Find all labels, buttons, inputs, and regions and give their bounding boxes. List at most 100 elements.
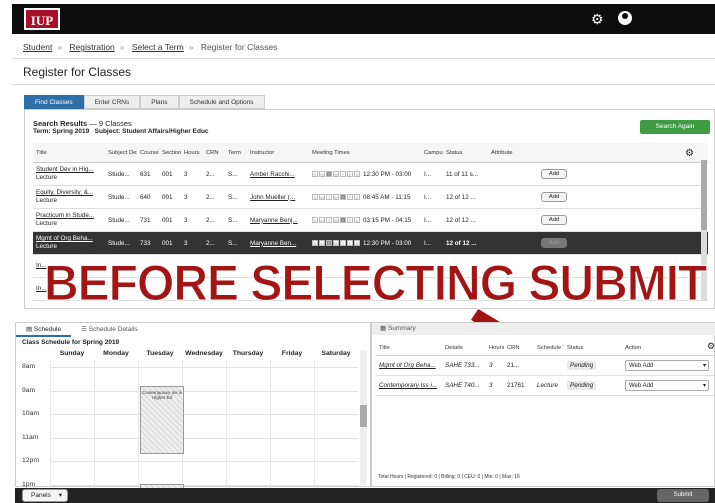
instructor-link[interactable]: Maryanne Benj... bbox=[247, 217, 309, 224]
breadcrumb-student[interactable]: Student bbox=[23, 42, 52, 52]
summary-row: Contemporary Iss i... SAHE 740... 3 21761 Le… bbox=[376, 376, 714, 396]
tab-schedule-options[interactable]: Schedule and Options bbox=[178, 95, 265, 109]
breadcrumb-registration[interactable]: Registration bbox=[69, 42, 114, 52]
action-select[interactable]: Web Add bbox=[625, 380, 709, 391]
summary-column-header: Title bbox=[379, 345, 390, 351]
calendar-day-wednesday: Wednesday bbox=[185, 350, 223, 357]
column-header[interactable]: Attribute bbox=[488, 143, 578, 162]
column-header[interactable]: Instructor bbox=[247, 143, 309, 162]
course-cell: 733 bbox=[140, 239, 151, 247]
breadcrumb-separator: » bbox=[119, 42, 125, 52]
action-select[interactable]: Web Add bbox=[625, 360, 709, 371]
summary-hours-cell: 3 bbox=[489, 362, 493, 369]
day-divider bbox=[314, 360, 315, 488]
calendar-corner bbox=[22, 350, 50, 360]
class-type: Lecture bbox=[36, 197, 58, 204]
column-header[interactable]: Status bbox=[443, 143, 488, 162]
column-header[interactable]: Hours bbox=[181, 143, 203, 162]
list-icon: ☰ bbox=[81, 326, 87, 333]
summary-class-link[interactable]: Mgmt of Org Beha... bbox=[379, 362, 436, 369]
meeting-time: 08:45 AM - 11:15 bbox=[363, 193, 411, 201]
status-cell: 12 of 12 ... bbox=[446, 239, 477, 247]
summary-schedule-cell: Lecture bbox=[537, 382, 559, 389]
search-results-heading: Search Results — 9 Classes bbox=[33, 119, 132, 128]
class-type: Lecture bbox=[36, 220, 58, 227]
status-cell: 12 of 12 ... bbox=[446, 193, 476, 201]
bottom-bar bbox=[15, 488, 715, 503]
column-header[interactable]: Term bbox=[225, 143, 247, 162]
column-header[interactable]: Title bbox=[33, 143, 105, 162]
column-header[interactable]: Course bbox=[137, 143, 159, 162]
instructor-link[interactable]: Maryanne Ben... bbox=[247, 240, 309, 247]
gear-icon[interactable]: ⚙ bbox=[685, 148, 694, 159]
tab-plans[interactable]: Plans bbox=[140, 95, 179, 109]
summary-crn-cell: 21... bbox=[507, 362, 520, 369]
day-indicator: S bbox=[312, 239, 318, 246]
instructor-link[interactable]: Amber Racchi... bbox=[247, 171, 309, 178]
column-header[interactable]: Section bbox=[159, 143, 181, 162]
search-again-button[interactable]: Search Again bbox=[640, 120, 710, 134]
schedule-title: Class Schedule for Spring 2019 bbox=[22, 339, 120, 346]
calendar-day-friday: Friday bbox=[281, 350, 303, 357]
meeting-days: SMTWTFS bbox=[312, 193, 360, 200]
table-row[interactable]: Equity, Diversity, &... Lecture Stude... 64… bbox=[33, 186, 708, 209]
column-header[interactable]: Meeting Times bbox=[309, 143, 421, 162]
column-header[interactable]: Campus bbox=[421, 143, 443, 162]
hour-line bbox=[50, 390, 358, 392]
add-button[interactable]: Add bbox=[541, 169, 567, 179]
course-cell: 731 bbox=[140, 216, 151, 224]
section-cell: 001 bbox=[162, 239, 173, 247]
subject-cell: Stude... bbox=[108, 193, 130, 201]
class-title-link[interactable]: Practicum in Stude... bbox=[36, 212, 105, 220]
schedule-scrollbar[interactable] bbox=[360, 350, 367, 485]
day-divider bbox=[270, 360, 271, 488]
column-header[interactable]: CRN bbox=[203, 143, 225, 162]
gear-icon[interactable]: ⚙ bbox=[591, 11, 604, 28]
course-cell: 631 bbox=[140, 170, 151, 178]
summary-class-link[interactable]: Contemporary Iss i... bbox=[379, 382, 437, 389]
day-indicator: W bbox=[333, 170, 339, 177]
table-row[interactable]: Student Dev in Hig... Lecture Stude... 631 0… bbox=[33, 163, 708, 186]
class-title-link[interactable]: Student Dev in Hig... bbox=[36, 166, 105, 174]
summary-details-cell: SAHE 740... bbox=[445, 382, 480, 389]
breadcrumb-select-term[interactable]: Select a Term bbox=[132, 42, 184, 52]
day-indicator: T bbox=[326, 239, 332, 246]
summary-title-cell: Mgmt of Org Beha... bbox=[376, 362, 442, 369]
class-title-link[interactable]: Equity, Diversity, &... bbox=[36, 189, 105, 197]
day-indicator: S bbox=[354, 193, 360, 200]
column-header[interactable]: Subject Description bbox=[105, 143, 137, 162]
summary-columns: Title Details HoursCRN Schedule TypeStatus A… bbox=[376, 340, 714, 356]
calendar-day-sunday: Sunday bbox=[59, 350, 85, 357]
divider bbox=[12, 58, 715, 59]
class-title-cell: Practicum in Stude... Lecture bbox=[33, 212, 105, 228]
day-indicator: T bbox=[326, 170, 332, 177]
summary-row: Mgmt of Org Beha... SAHE 733... 3 21... Pend… bbox=[376, 356, 714, 376]
search-term-subject: Term: Spring 2019 Subject: Student Affai… bbox=[33, 128, 209, 135]
instructor-link[interactable]: John Mueller (... bbox=[247, 194, 309, 201]
submit-button[interactable]: Submit bbox=[657, 489, 709, 502]
calendar-day-monday: Monday bbox=[103, 350, 129, 357]
schedule-class-block[interactable]: Contemporary Iss in Higher Ed bbox=[140, 386, 184, 454]
add-button[interactable]: Add bbox=[541, 192, 567, 202]
table-row[interactable]: Practicum in Stude... Lecture Stude... 731 0… bbox=[33, 209, 708, 232]
day-indicator: S bbox=[354, 216, 360, 223]
annotation-banner: BEFORE SELECTING SUBMIT bbox=[44, 255, 708, 312]
table-row[interactable]: Mgmt of Org Beha... Lecture Stude... 733 001… bbox=[33, 232, 708, 255]
tab-find-classes[interactable]: Find Classes bbox=[24, 95, 84, 109]
schedule-tabs: ▤ Schedule ☰ Schedule Details bbox=[16, 323, 148, 337]
summary-crn-cell: 21761 bbox=[507, 382, 525, 389]
term-cell: S... bbox=[228, 216, 238, 224]
day-indicator: S bbox=[354, 239, 360, 246]
iup-logo[interactable]: IUP bbox=[24, 8, 60, 30]
hour-label: 10am bbox=[22, 410, 40, 417]
user-icon[interactable] bbox=[618, 11, 632, 25]
tab-schedule[interactable]: ▤ Schedule bbox=[16, 323, 72, 337]
meeting-times-cell: S M T W T F S 12:30 PM - 03:00 bbox=[309, 240, 421, 247]
class-title-link[interactable]: Mgmt of Org Beha... bbox=[36, 235, 105, 243]
add-button[interactable]: Add bbox=[541, 238, 567, 248]
status-cell: 12 of 12 ... bbox=[446, 216, 476, 224]
tab-enter-crns[interactable]: Enter CRNs bbox=[83, 95, 141, 109]
tab-schedule-details[interactable]: ☰ Schedule Details bbox=[71, 323, 147, 337]
add-button[interactable]: Add bbox=[541, 215, 567, 225]
panels-button[interactable]: Panels bbox=[22, 489, 68, 502]
